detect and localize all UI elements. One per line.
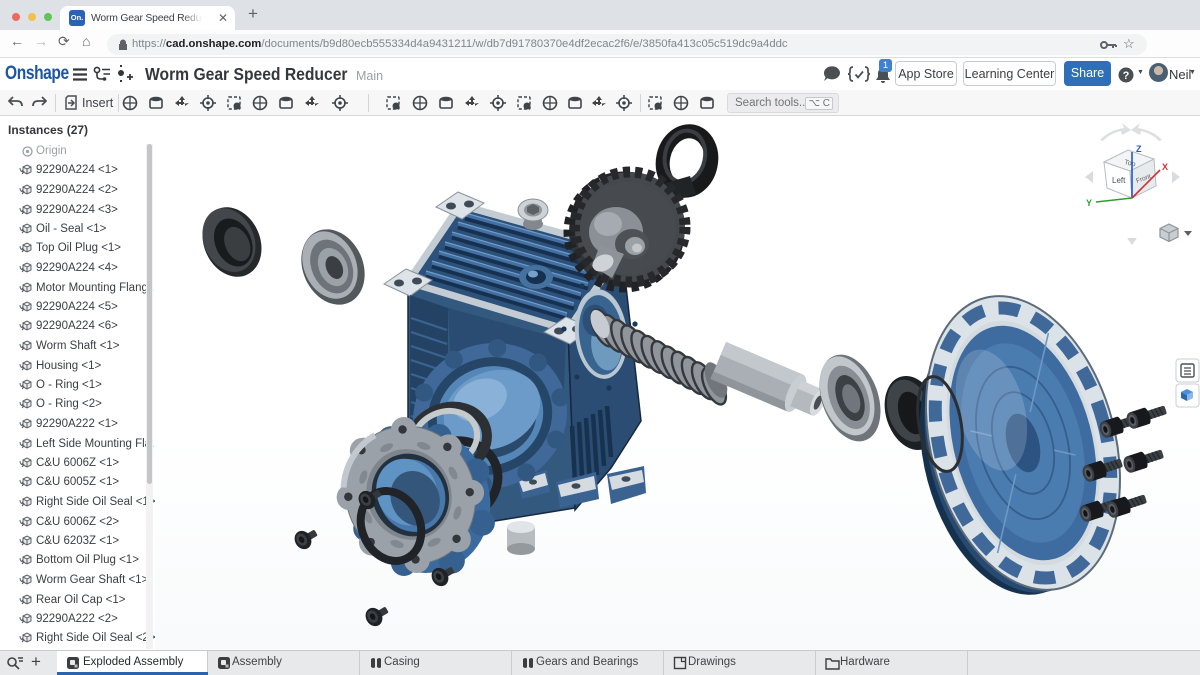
svg-text:X: X [1162,162,1168,172]
svg-text:?: ? [1123,70,1130,82]
svg-text:Left: Left [1112,176,1126,185]
svg-text:Y: Y [1086,198,1092,208]
svg-text:Z: Z [1136,144,1142,154]
